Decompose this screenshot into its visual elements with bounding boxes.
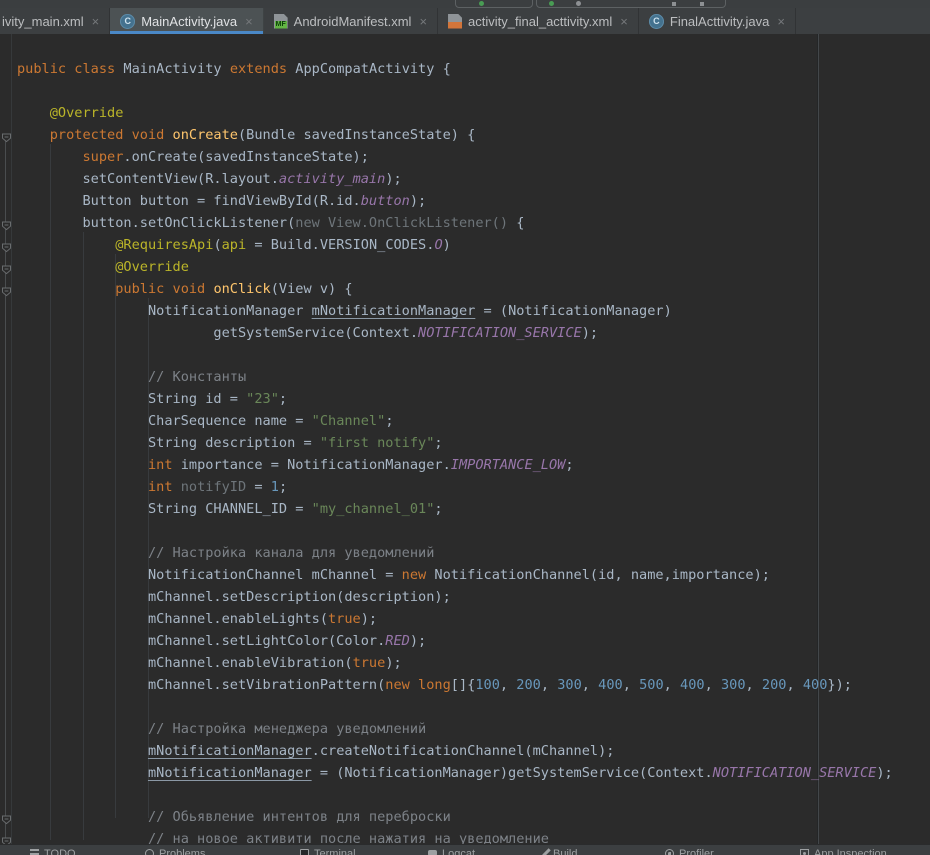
- code-line[interactable]: [17, 80, 930, 102]
- code-line[interactable]: setContentView(R.layout.activity_main);: [17, 168, 930, 190]
- tool-window-bar: TODO Problems Terminal Logcat Build Profiler A…: [0, 844, 930, 855]
- code-line[interactable]: public void onClick(View v) {: [17, 278, 930, 300]
- toolwindow-label: Build: [553, 847, 577, 855]
- code-line[interactable]: String description = "first notify";: [17, 432, 930, 454]
- code-line[interactable]: [17, 784, 930, 806]
- toolwindow-button-logcat[interactable]: Logcat: [428, 847, 475, 855]
- profile-icon[interactable]: [576, 1, 581, 6]
- code-line[interactable]: mChannel.enableVibration(true);: [17, 652, 930, 674]
- tab-label: FinalActtivity.java: [670, 14, 769, 29]
- fold-marker-icon[interactable]: [1, 262, 12, 272]
- toolwindow-button-app-inspection[interactable]: App Inspection: [800, 847, 887, 855]
- toolwindow-button-terminal[interactable]: Terminal: [300, 847, 356, 855]
- close-icon[interactable]: ×: [620, 15, 628, 28]
- ide-window: ivity_main.xml × C MainActivity.java × MF Andr…: [0, 0, 930, 855]
- code-line[interactable]: int notifyID = 1;: [17, 476, 930, 498]
- close-icon[interactable]: ×: [777, 15, 785, 28]
- code-line[interactable]: // Обьявление интентов для переброски: [17, 806, 930, 828]
- code-line[interactable]: NotificationChannel mChannel = new Notif…: [17, 564, 930, 586]
- fold-marker-icon[interactable]: [1, 284, 12, 294]
- toolwindow-label: TODO: [44, 847, 76, 855]
- code-line[interactable]: @RequiresApi(api = Build.VERSION_CODES.O…: [17, 234, 930, 256]
- code-line[interactable]: mChannel.enableLights(true);: [17, 608, 930, 630]
- code-line[interactable]: @Override: [17, 102, 930, 124]
- code-line[interactable]: Button button = findViewById(R.id.button…: [17, 190, 930, 212]
- code-line[interactable]: // Константы: [17, 366, 930, 388]
- tab-AndroidManifest.xml[interactable]: MF AndroidManifest.xml ×: [264, 8, 438, 34]
- toolwindow-label: Profiler: [679, 847, 714, 855]
- code-area: public class MainActivity extends AppCom…: [0, 34, 930, 845]
- code-line[interactable]: mNotificationManager = (NotificationMana…: [17, 762, 930, 784]
- manifest-xml-icon: MF: [274, 14, 288, 29]
- tab-label: activity_final_acttivity.xml: [468, 14, 612, 29]
- code-line[interactable]: getSystemService(Context.NOTIFICATION_SE…: [17, 322, 930, 344]
- fold-marker-icon[interactable]: [1, 812, 12, 822]
- code-line[interactable]: button.setOnClickListener(new View.OnCli…: [17, 212, 930, 234]
- tab-label: AndroidManifest.xml: [294, 14, 412, 29]
- code-line[interactable]: // Настройка менеджера уведомлений: [17, 718, 930, 740]
- toolwindow-label: Terminal: [314, 847, 356, 855]
- problems-icon: [145, 849, 154, 855]
- code-line[interactable]: [17, 344, 930, 366]
- debug-icon[interactable]: [549, 1, 554, 6]
- code-line[interactable]: public class MainActivity extends AppCom…: [17, 58, 930, 80]
- close-icon[interactable]: ×: [92, 15, 100, 28]
- fold-marker-icon[interactable]: [1, 218, 12, 228]
- code-line[interactable]: CharSequence name = "Channel";: [17, 410, 930, 432]
- tab-ivity_main.xml[interactable]: ivity_main.xml ×: [0, 8, 110, 34]
- toolwindow-label: Problems: [159, 847, 205, 855]
- toolwindow-label: App Inspection: [814, 847, 887, 855]
- fold-marker-icon[interactable]: [1, 240, 12, 250]
- editor-area[interactable]: public class MainActivity extends AppCom…: [0, 34, 930, 845]
- toolwindow-label: Logcat: [442, 847, 475, 855]
- toolwindow-button-profiler[interactable]: Profiler: [665, 847, 714, 855]
- java-class-icon: C: [649, 14, 664, 29]
- code-line[interactable]: mNotificationManager.createNotificationC…: [17, 740, 930, 762]
- toolwindow-button-build[interactable]: Build: [545, 847, 577, 855]
- toolwindow-button-todo[interactable]: TODO: [30, 847, 76, 855]
- fold-marker-icon[interactable]: [1, 834, 12, 844]
- code-line[interactable]: @Override: [17, 256, 930, 278]
- code-line[interactable]: // на новое активити после нажатия на ув…: [17, 828, 930, 845]
- main-toolbar-strip: [0, 0, 930, 8]
- run-icon[interactable]: [479, 1, 484, 6]
- code-line[interactable]: String id = "23";: [17, 388, 930, 410]
- toolbar-action-icon[interactable]: [700, 2, 704, 6]
- todo-icon: [30, 849, 39, 855]
- code-line[interactable]: protected void onCreate(Bundle savedInst…: [17, 124, 930, 146]
- code-line[interactable]: super.onCreate(savedInstanceState);: [17, 146, 930, 168]
- logcat-icon: [428, 850, 437, 855]
- code-line[interactable]: [17, 520, 930, 542]
- fold-marker-icon[interactable]: [1, 130, 12, 140]
- code-line[interactable]: mChannel.setDescription(description);: [17, 586, 930, 608]
- tab-label: MainActivity.java: [141, 14, 237, 29]
- code-line[interactable]: String CHANNEL_ID = "my_channel_01";: [17, 498, 930, 520]
- tab-bar: ivity_main.xml × C MainActivity.java × MF Andr…: [0, 8, 930, 34]
- terminal-icon: [300, 849, 309, 855]
- close-icon[interactable]: ×: [419, 15, 427, 28]
- device-selector-widget[interactable]: [536, 0, 726, 8]
- tab-MainActivity.java[interactable]: C MainActivity.java ×: [110, 8, 263, 34]
- code-line[interactable]: mChannel.setVibrationPattern(new long[]{…: [17, 674, 930, 696]
- toolwindow-button-problems[interactable]: Problems: [145, 847, 205, 855]
- run-config-widget[interactable]: [455, 0, 533, 8]
- appinspect-icon: [800, 849, 809, 855]
- tab-label: ivity_main.xml: [2, 14, 84, 29]
- profiler-icon: [665, 849, 674, 855]
- tab-activity_final_acttivity.xml[interactable]: activity_final_acttivity.xml ×: [438, 8, 639, 34]
- toolbar-action-icon[interactable]: [672, 2, 676, 6]
- close-icon[interactable]: ×: [245, 15, 253, 28]
- layout-xml-icon: [448, 14, 462, 29]
- code-line[interactable]: // Настройка канала для уведомлений: [17, 542, 930, 564]
- code-line[interactable]: int importance = NotificationManager.IMP…: [17, 454, 930, 476]
- java-class-icon: C: [120, 14, 135, 29]
- code-line[interactable]: NotificationManager mNotificationManager…: [17, 300, 930, 322]
- code-line[interactable]: [17, 696, 930, 718]
- build-icon: [542, 848, 550, 855]
- tab-FinalActtivity.java[interactable]: C FinalActtivity.java ×: [639, 8, 796, 34]
- code-line[interactable]: mChannel.setLightColor(Color.RED);: [17, 630, 930, 652]
